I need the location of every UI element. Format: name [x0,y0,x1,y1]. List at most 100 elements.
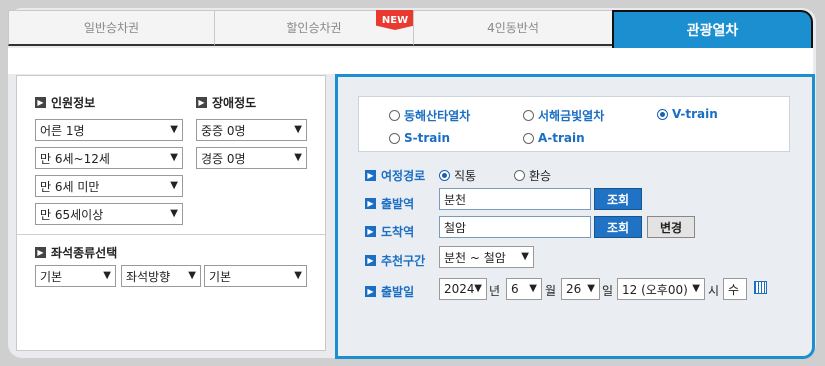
weekday-field: 수 [723,278,747,300]
month-unit: 월 [545,284,557,298]
radio-icon [514,170,525,181]
passenger-heading: ▶ 인원정보 [35,94,95,111]
chevron-down-icon: ▼ [587,283,595,294]
seat-option-select[interactable]: 기본 ▼ [204,265,307,287]
heading-text: 장애정도 [212,96,257,110]
tab-group-seat[interactable]: 4인동반석 [413,10,613,46]
route-label: ▶ 여정경로 [365,167,425,184]
infant-select[interactable]: 만 6세 미만 ▼ [35,175,183,197]
seat-type-heading: ▶ 좌석종류선택 [35,244,117,261]
radio-label: 서해금빛열차 [538,109,605,123]
select-value: 기본 [40,269,63,284]
tab-tourist-train[interactable]: 관광열차 [612,10,813,48]
arrow-icon: ▶ [365,226,376,237]
chevron-down-icon: ▼ [294,270,302,281]
arrow-icon: ▶ [365,286,376,297]
select-value: 2024 [444,282,475,296]
radio-label: 동해산타열차 [404,109,471,123]
chevron-down-icon: ▼ [170,208,178,219]
select-value: 12 (오후00) [622,282,688,297]
radio-icon [389,110,400,121]
arrow-icon: ▶ [35,97,46,108]
arrival-station-input[interactable]: 철암 [439,216,591,238]
seat-type-select[interactable]: 기본 ▼ [35,265,116,287]
day-select[interactable]: 26 ▼ [561,278,600,300]
chevron-down-icon: ▼ [474,283,482,294]
select-value: 중증 0명 [201,123,246,138]
date-label: ▶ 출발일 [365,283,414,300]
journey-panel: 동해산타열차 서해금빛열차 V-train S-train A-train ▶ 여… [335,74,815,359]
train-selection: 동해산타열차 서해금빛열차 V-train S-train A-train [358,96,790,152]
chevron-down-icon: ▼ [692,283,700,294]
weekday-value: 수 [728,282,740,297]
radio-label: 직통 [454,169,477,183]
radio-label: V-train [672,107,718,121]
chevron-down-icon: ▼ [294,152,302,163]
arrival-label: ▶ 도착역 [365,223,414,240]
label-text: 출발역 [381,197,415,211]
seat-direction-select[interactable]: 좌석방향 ▼ [121,265,201,287]
severe-disability-select[interactable]: 중증 0명 ▼ [196,119,307,141]
disability-heading: ▶ 장애정도 [196,94,256,111]
chevron-down-icon: ▼ [294,124,302,135]
select-value: 경증 0명 [201,151,246,166]
radio-icon [523,132,534,144]
departure-search-button[interactable]: 조회 [594,188,642,210]
select-value: 기본 [209,269,232,284]
radio-icon [439,170,450,181]
chevron-down-icon: ▼ [188,270,196,281]
radio-icon [523,110,534,121]
route-direct-radio[interactable]: 직통 [439,167,476,184]
label-text: 출발일 [381,285,415,299]
tab-general-ticket[interactable]: 일반승차권 [8,10,215,46]
route-transfer-radio[interactable]: 환승 [514,167,551,184]
senior-select[interactable]: 만 65세이상 ▼ [35,203,183,225]
select-value: 분천 ~ 철암 [444,250,506,265]
radio-icon [389,132,400,144]
hour-unit: 시 [708,284,720,298]
train-option-a-train[interactable]: A-train [523,131,585,145]
train-option-s-train[interactable]: S-train [389,131,450,145]
child-select[interactable]: 만 6세~12세 ▼ [35,147,183,169]
chevron-down-icon: ▼ [170,124,178,135]
arrow-icon: ▶ [196,97,207,108]
day-unit: 일 [602,284,614,298]
departure-station-input[interactable]: 분천 [439,188,591,210]
recommended-section-select[interactable]: 분천 ~ 철암 ▼ [439,246,534,268]
mild-disability-select[interactable]: 경증 0명 ▼ [196,147,307,169]
select-value: 어른 1명 [40,123,85,138]
tab-label: 할인승차권 [286,21,342,35]
train-option-seohae[interactable]: 서해금빛열차 [523,107,604,124]
swap-stations-button[interactable]: 변경 [647,216,695,238]
select-value: 만 6세~12세 [40,151,110,166]
tab-content-top [8,48,813,74]
month-select[interactable]: 6 ▼ [506,278,542,300]
arrival-search-button[interactable]: 조회 [594,216,642,238]
divider [17,234,325,235]
radio-label: S-train [404,131,451,145]
chevron-down-icon: ▼ [170,152,178,163]
chevron-down-icon: ▼ [521,251,529,262]
departure-label: ▶ 출발역 [365,195,414,212]
arrow-icon: ▶ [365,170,376,181]
label-text: 추천구간 [381,254,426,268]
arrow-icon: ▶ [35,247,46,258]
chevron-down-icon: ▼ [103,270,111,281]
hour-select[interactable]: 12 (오후00) ▼ [617,278,705,300]
heading-text: 인원정보 [51,96,96,110]
ticket-tabs: 일반승차권 할인승차권 NEW 4인동반석 관광열차 [8,10,813,48]
train-option-donghae[interactable]: 동해산타열차 [389,107,470,124]
select-value: 좌석방향 [126,269,171,284]
adult-select[interactable]: 어른 1명 ▼ [35,119,183,141]
arrow-icon: ▶ [365,255,376,266]
calendar-icon[interactable] [754,281,767,294]
year-select[interactable]: 2024 ▼ [439,278,487,300]
input-value: 분천 [444,192,467,207]
tab-label: 4인동반석 [487,21,539,35]
radio-icon [657,108,668,120]
arrow-icon: ▶ [365,198,376,209]
tab-label: 일반승차권 [83,21,140,35]
year-unit: 년 [489,284,501,298]
select-value: 만 6세 미만 [40,179,100,194]
train-option-v-train[interactable]: V-train [657,107,718,121]
